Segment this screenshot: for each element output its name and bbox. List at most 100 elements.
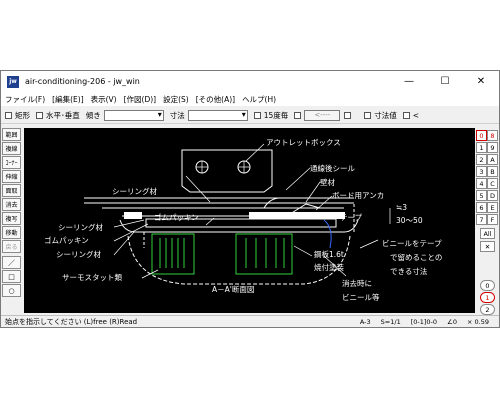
label-thermostat: サーモスタット類 [62,273,122,282]
layer-group-1[interactable]: 1 [476,142,487,153]
label-outlet-box: アウトレットボックス [266,138,341,147]
tool-erase[interactable]: 消去 [2,198,21,211]
arrow-checkbox-left[interactable] [294,112,302,119]
minimize-button[interactable]: — [391,71,427,92]
layer-all-button[interactable]: All [480,228,495,239]
dim-select[interactable] [187,110,248,121]
drawing-canvas[interactable]: アウトレットボックス 通線後シール 壁材 ボード用アンカ シーリング材 ゴムパッ… [24,128,475,313]
layer-group-6[interactable]: 6 [476,202,487,213]
tool-stretch[interactable]: 伸縮 [2,170,21,183]
hv-checkbox[interactable] [36,112,43,119]
layer-group-b[interactable]: B [487,166,498,177]
status-paper[interactable]: A-3 [360,318,371,326]
layer-group-9[interactable]: 9 [487,142,498,153]
status-zoom[interactable]: × 0.59 [467,318,489,326]
layer-2-button[interactable]: 2 [480,304,495,315]
tool-undo[interactable]: 戻る [2,240,21,253]
label-wall: 壁材 [320,178,335,187]
layer-0-button[interactable]: 0 [480,280,495,291]
label-vinyl-note-2: で留めることの [390,253,443,262]
layer-group-a[interactable]: A [487,154,498,165]
thermostat-left [151,233,195,275]
maximize-button[interactable]: ☐ [427,71,463,92]
layer-1-button[interactable]: 1 [480,292,495,303]
layer-group-4[interactable]: 4 [476,178,487,189]
rect-checkbox[interactable] [5,112,12,119]
menu-help[interactable]: ヘルプ(H) [242,94,276,105]
label-section: A－A'断面図 [212,285,255,294]
layer-group-d[interactable]: D [487,190,498,201]
tape-strip [249,212,345,219]
status-layer[interactable]: [0-1]0-0 [411,318,437,326]
window-controls: — ☐ ✕ [391,71,499,92]
layer-group-7[interactable]: 7 [476,214,487,225]
label-remove-2: ビニール等 [342,293,380,302]
label-approx3: ≒3 [396,203,408,212]
tool-rectangle[interactable]: □ [2,270,21,283]
menu-view[interactable]: 表示(V) [91,94,117,105]
menu-edit[interactable]: [編集(E)] [52,94,83,105]
deg15-checkbox[interactable] [253,112,261,119]
menu-other[interactable]: [その他(A)] [196,94,235,105]
app-window: jw air-conditioning-206 - jw_win — ☐ ✕ フ… [0,70,500,328]
outlet-box [181,149,273,193]
title-bar: jw air-conditioning-206 - jw_win — ☐ ✕ [1,71,499,92]
window-title: air-conditioning-206 - jw_win [25,77,140,86]
menu-draw[interactable]: [作図(D)] [124,94,156,105]
layer-group-5[interactable]: 5 [476,190,487,201]
tool-circle[interactable]: ○ [2,284,21,297]
status-angle[interactable]: ∠0 [447,318,457,326]
tool-copy[interactable]: 複写 [2,212,21,225]
layer-group-c[interactable]: C [487,178,498,189]
arrow-checkbox-right[interactable] [344,112,352,119]
rect-label: 矩形 [15,111,30,120]
tool-corner[interactable]: ｺｰﾅｰ [2,156,21,169]
status-bar: 始点を指示してください (L)free (R)Read A-3 S=1/1 [0… [1,315,499,327]
label-seal: 通線後シール [310,164,355,173]
layer-group-2[interactable]: 2 [476,154,487,165]
layer-group-0[interactable]: 0 [476,130,487,141]
layer-group-e[interactable]: E [487,202,498,213]
label-rubber-pack-right: ゴムパッキン [154,213,199,222]
tool-range[interactable]: 範囲 [2,128,21,141]
dim-label: 寸法 [169,111,185,120]
status-message: 始点を指示してください (L)free (R)Read [5,317,138,326]
menu-bar: ファイル(F) [編集(E)] 表示(V) [作図(D)] 設定(S) [その他… [1,92,499,106]
tool-chamfer[interactable]: 面取 [2,184,21,197]
layer-group-8[interactable]: 8 [487,130,498,141]
tilt-label: 傾き [85,111,101,120]
status-scale[interactable]: S=1/1 [381,318,401,326]
label-steel-plate: 鋼板1.6t [314,250,344,259]
tool-offset[interactable]: 複線 [2,142,21,155]
dimval-label: 寸法値 [374,111,397,120]
tool-line[interactable]: ／ [2,256,21,269]
lt-label: < [412,111,420,120]
label-vinyl-note-1: ビニールをテープ [382,239,442,248]
tilt-select[interactable] [103,110,164,121]
layer-group-f[interactable]: F [487,214,498,225]
dimval-checkbox[interactable] [364,112,372,119]
lt-checkbox[interactable] [402,112,410,119]
line-toolbar: 矩形 水平･垂直 傾き 寸法 15度毎 <---- 寸法値 < [1,108,499,124]
menu-file[interactable]: ファイル(F) [5,94,45,105]
close-icon[interactable]: ✕ [480,241,495,252]
deg15-label: 15度毎 [263,111,289,120]
label-sealing-left1: シーリング材 [58,223,103,232]
tool-move[interactable]: 移動 [2,226,21,239]
app-icon: jw [7,75,19,88]
label-rubber-pack-left: ゴムパッキン [44,236,89,245]
label-remove-1: 消去時に [342,279,372,288]
arrow-button[interactable]: <---- [304,110,341,121]
label-anchor: ボード用アンカ [332,191,385,200]
label-range: 30～50 [396,216,423,225]
menu-settings[interactable]: 設定(S) [163,94,189,105]
label-sealing-top: シーリング材 [112,187,157,196]
left-tool-panel: 範囲 複線 ｺｰﾅｰ 伸縮 面取 消去 複写 移動 戻る ／ □ ○ [2,128,23,315]
label-tape: テープ [340,213,363,222]
hv-label: 水平･垂直 [46,111,80,120]
label-paint: 焼付塗装 [314,263,344,272]
label-vinyl-note-3: できる寸法 [390,267,428,276]
layer-panel: 0 8 1 9 2 A 3 B 4 C 5 D 6 E 7 F All ✕ 0 … [476,128,499,315]
close-button[interactable]: ✕ [463,71,499,92]
layer-group-3[interactable]: 3 [476,166,487,177]
